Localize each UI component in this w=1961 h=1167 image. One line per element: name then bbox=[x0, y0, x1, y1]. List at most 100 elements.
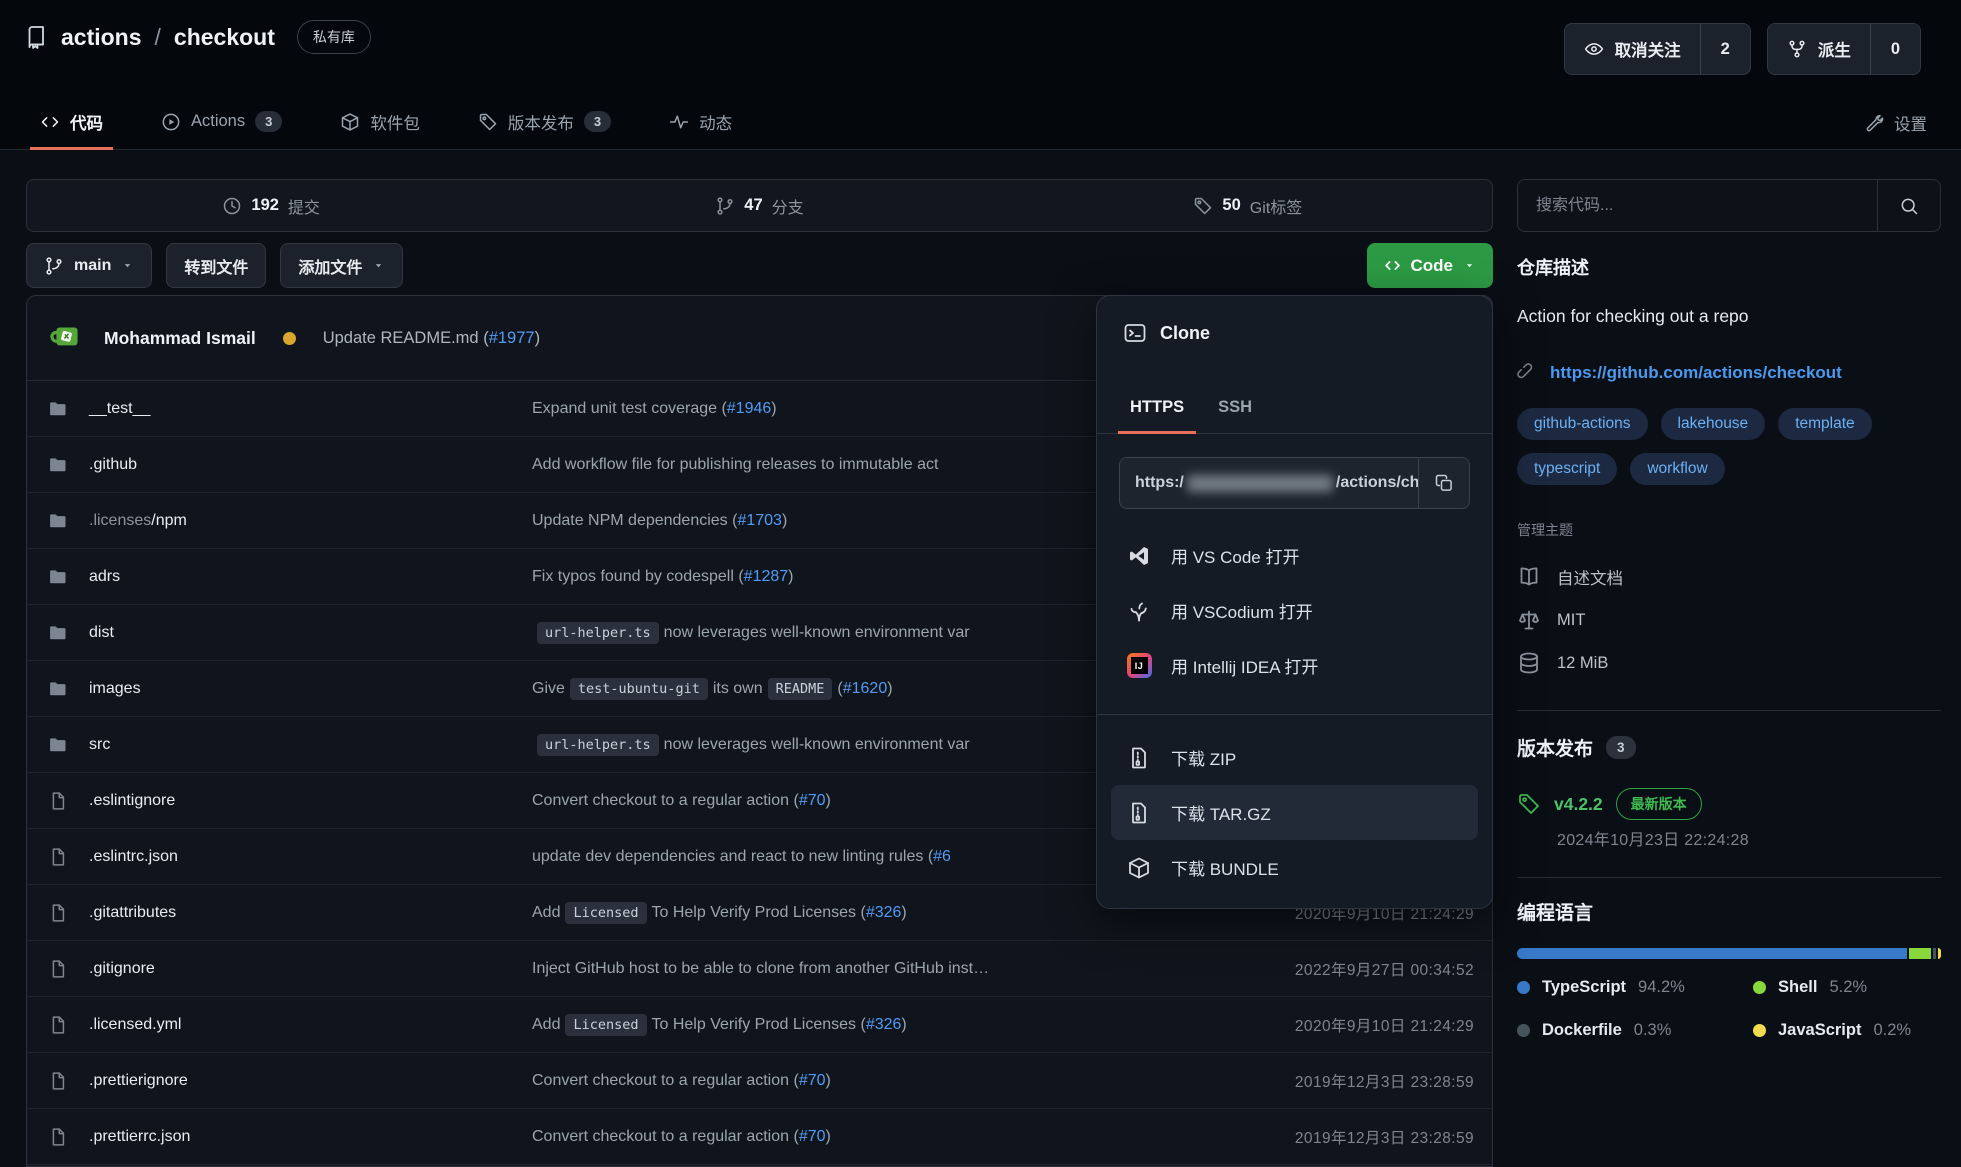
language-legend-item: JavaScript0.2% bbox=[1753, 1021, 1941, 1040]
menu-item-vscode[interactable]: 用 VS Code 打开 bbox=[1111, 528, 1478, 583]
chevron-down-icon bbox=[372, 259, 385, 272]
menu-divider bbox=[1097, 714, 1492, 715]
menu-item-zip[interactable]: 下载 TAR.GZ bbox=[1111, 785, 1478, 840]
commits-stat[interactable]: 192提交 bbox=[27, 180, 515, 231]
language-bar-segment bbox=[1517, 948, 1907, 959]
branch-selector[interactable]: main bbox=[26, 243, 152, 288]
message-text: Update README.md ( bbox=[323, 329, 489, 347]
search-button[interactable] bbox=[1877, 180, 1940, 231]
file-type-icon bbox=[48, 791, 72, 811]
license-link[interactable]: MIT bbox=[1517, 603, 1941, 637]
clone-url-text[interactable]: https://actions/che bbox=[1120, 458, 1418, 508]
commit-status-icon[interactable] bbox=[283, 332, 296, 345]
zip-icon bbox=[1126, 746, 1152, 770]
file-name-link[interactable]: .eslintignore bbox=[89, 792, 175, 810]
repo-description: Action for checking out a repo bbox=[1517, 306, 1941, 327]
watchers-count[interactable]: 2 bbox=[1700, 24, 1750, 74]
tab-ssh[interactable]: SSH bbox=[1206, 384, 1264, 434]
file-row[interactable]: .prettierrc.json Convert checkout to a r… bbox=[27, 1109, 1492, 1165]
law-icon bbox=[1517, 608, 1541, 632]
file-row[interactable]: .gitignore Inject GitHub host to be able… bbox=[27, 941, 1492, 997]
link-icon bbox=[1517, 363, 1537, 383]
topic-pill[interactable]: typescript bbox=[1517, 453, 1617, 485]
issue-link[interactable]: #70 bbox=[799, 1128, 826, 1146]
file-name-link[interactable]: .licenses/npm bbox=[89, 512, 187, 530]
code-button[interactable]: Code bbox=[1367, 243, 1494, 288]
code-search-input[interactable] bbox=[1518, 180, 1877, 231]
message-text: ) bbox=[826, 792, 831, 810]
issue-link[interactable]: #70 bbox=[799, 1072, 826, 1090]
menu-item-label: 用 VS Code 打开 bbox=[1171, 543, 1300, 568]
file-name-link[interactable]: .gitattributes bbox=[89, 904, 176, 922]
tab-settings[interactable]: 设置 bbox=[1864, 96, 1927, 150]
issue-link[interactable]: #326 bbox=[866, 1016, 902, 1034]
issue-link[interactable]: #70 bbox=[799, 792, 826, 810]
file-row[interactable]: .licensed.yml Add Licensed To Help Verif… bbox=[27, 997, 1492, 1053]
website-link[interactable]: https://github.com/actions/checkout bbox=[1550, 363, 1842, 383]
tab-packages[interactable]: 软件包 bbox=[330, 96, 430, 150]
issue-link[interactable]: #1287 bbox=[744, 568, 789, 586]
topic-pill[interactable]: template bbox=[1778, 408, 1871, 440]
tab-actions[interactable]: Actions 3 bbox=[151, 96, 292, 150]
file-name-link[interactable]: images bbox=[89, 680, 141, 698]
message-text: ) bbox=[788, 568, 793, 586]
file-commit-date: 2020年9月10日 21:24:29 bbox=[1295, 1014, 1474, 1036]
issue-link[interactable]: #1703 bbox=[737, 512, 782, 530]
fork-button[interactable]: 派生 0 bbox=[1767, 23, 1921, 75]
topic-pill[interactable]: workflow bbox=[1630, 453, 1724, 485]
message-text: ) bbox=[826, 1072, 831, 1090]
file-row[interactable]: .prettierignore Convert checkout to a re… bbox=[27, 1053, 1492, 1109]
unwatch-button[interactable]: 取消关注 2 bbox=[1564, 23, 1751, 75]
repo-name-link[interactable]: checkout bbox=[174, 24, 275, 51]
file-name-link[interactable]: .github bbox=[89, 456, 137, 474]
description-title: 仓库描述 bbox=[1517, 254, 1941, 280]
menu-item-zip[interactable]: 下载 ZIP bbox=[1111, 730, 1478, 785]
file-name-link[interactable]: .prettierrc.json bbox=[89, 1128, 190, 1146]
file-name-link[interactable]: dist bbox=[89, 624, 114, 642]
message-text: To Help Verify Prod Licenses ( bbox=[652, 1016, 866, 1034]
topic-pill[interactable]: lakehouse bbox=[1661, 408, 1766, 440]
branches-stat[interactable]: 47分支 bbox=[515, 180, 1003, 231]
menu-item-cube[interactable]: 下载 BUNDLE bbox=[1111, 840, 1478, 895]
menu-item-vscodium[interactable]: 用 VSCodium 打开 bbox=[1111, 583, 1478, 638]
forks-count[interactable]: 0 bbox=[1870, 24, 1920, 74]
tags-stat[interactable]: 50Git标签 bbox=[1004, 180, 1492, 231]
file-name-link[interactable]: __test__ bbox=[89, 400, 150, 418]
commit-author[interactable]: Mohammad Ismail bbox=[104, 328, 256, 349]
issue-link[interactable]: #326 bbox=[866, 904, 902, 922]
file-name-link[interactable]: .gitignore bbox=[89, 960, 155, 978]
readme-link[interactable]: 自述文档 bbox=[1517, 560, 1941, 594]
pulse-icon bbox=[669, 112, 689, 132]
tab-activity[interactable]: 动态 bbox=[659, 96, 742, 150]
chevron-down-icon bbox=[1463, 259, 1476, 272]
file-name-link[interactable]: src bbox=[89, 736, 110, 754]
tab-code[interactable]: 代码 bbox=[30, 96, 113, 150]
file-type-icon bbox=[48, 959, 72, 979]
file-name-link[interactable]: .prettierignore bbox=[89, 1072, 188, 1090]
vscode-icon bbox=[1126, 544, 1152, 568]
clone-title: Clone bbox=[1123, 321, 1210, 345]
author-avatar[interactable] bbox=[48, 319, 86, 357]
menu-item-idea[interactable]: IJ用 Intellij IDEA 打开 bbox=[1111, 638, 1478, 693]
language-legend-item: Dockerfile0.3% bbox=[1517, 1021, 1753, 1040]
release-tag-link[interactable]: v4.2.2 bbox=[1554, 794, 1603, 815]
manage-topics-link[interactable]: 管理主题 bbox=[1517, 520, 1941, 540]
tab-releases[interactable]: 版本发布 3 bbox=[468, 96, 621, 150]
issue-link[interactable]: #1977 bbox=[489, 329, 535, 347]
repo-owner-link[interactable]: actions bbox=[61, 24, 142, 51]
language-bar bbox=[1517, 948, 1941, 959]
copy-url-button[interactable] bbox=[1418, 458, 1469, 508]
message-text: now leverages well-known environment var bbox=[664, 736, 970, 754]
go-to-file-button[interactable]: 转到文件 bbox=[166, 243, 266, 288]
add-file-button[interactable]: 添加文件 bbox=[280, 243, 403, 288]
file-name-link[interactable]: adrs bbox=[89, 568, 120, 586]
tab-https[interactable]: HTTPS bbox=[1118, 384, 1196, 434]
file-commit-date: 2019年12月3日 23:28:59 bbox=[1295, 1070, 1474, 1092]
issue-link[interactable]: #6 bbox=[933, 848, 951, 866]
message-text: ) bbox=[535, 329, 541, 347]
file-name-link[interactable]: .eslintrc.json bbox=[89, 848, 178, 866]
issue-link[interactable]: #1946 bbox=[727, 400, 772, 418]
issue-link[interactable]: #1620 bbox=[843, 680, 888, 698]
file-name-link[interactable]: .licensed.yml bbox=[89, 1016, 181, 1034]
topic-pill[interactable]: github-actions bbox=[1517, 408, 1648, 440]
